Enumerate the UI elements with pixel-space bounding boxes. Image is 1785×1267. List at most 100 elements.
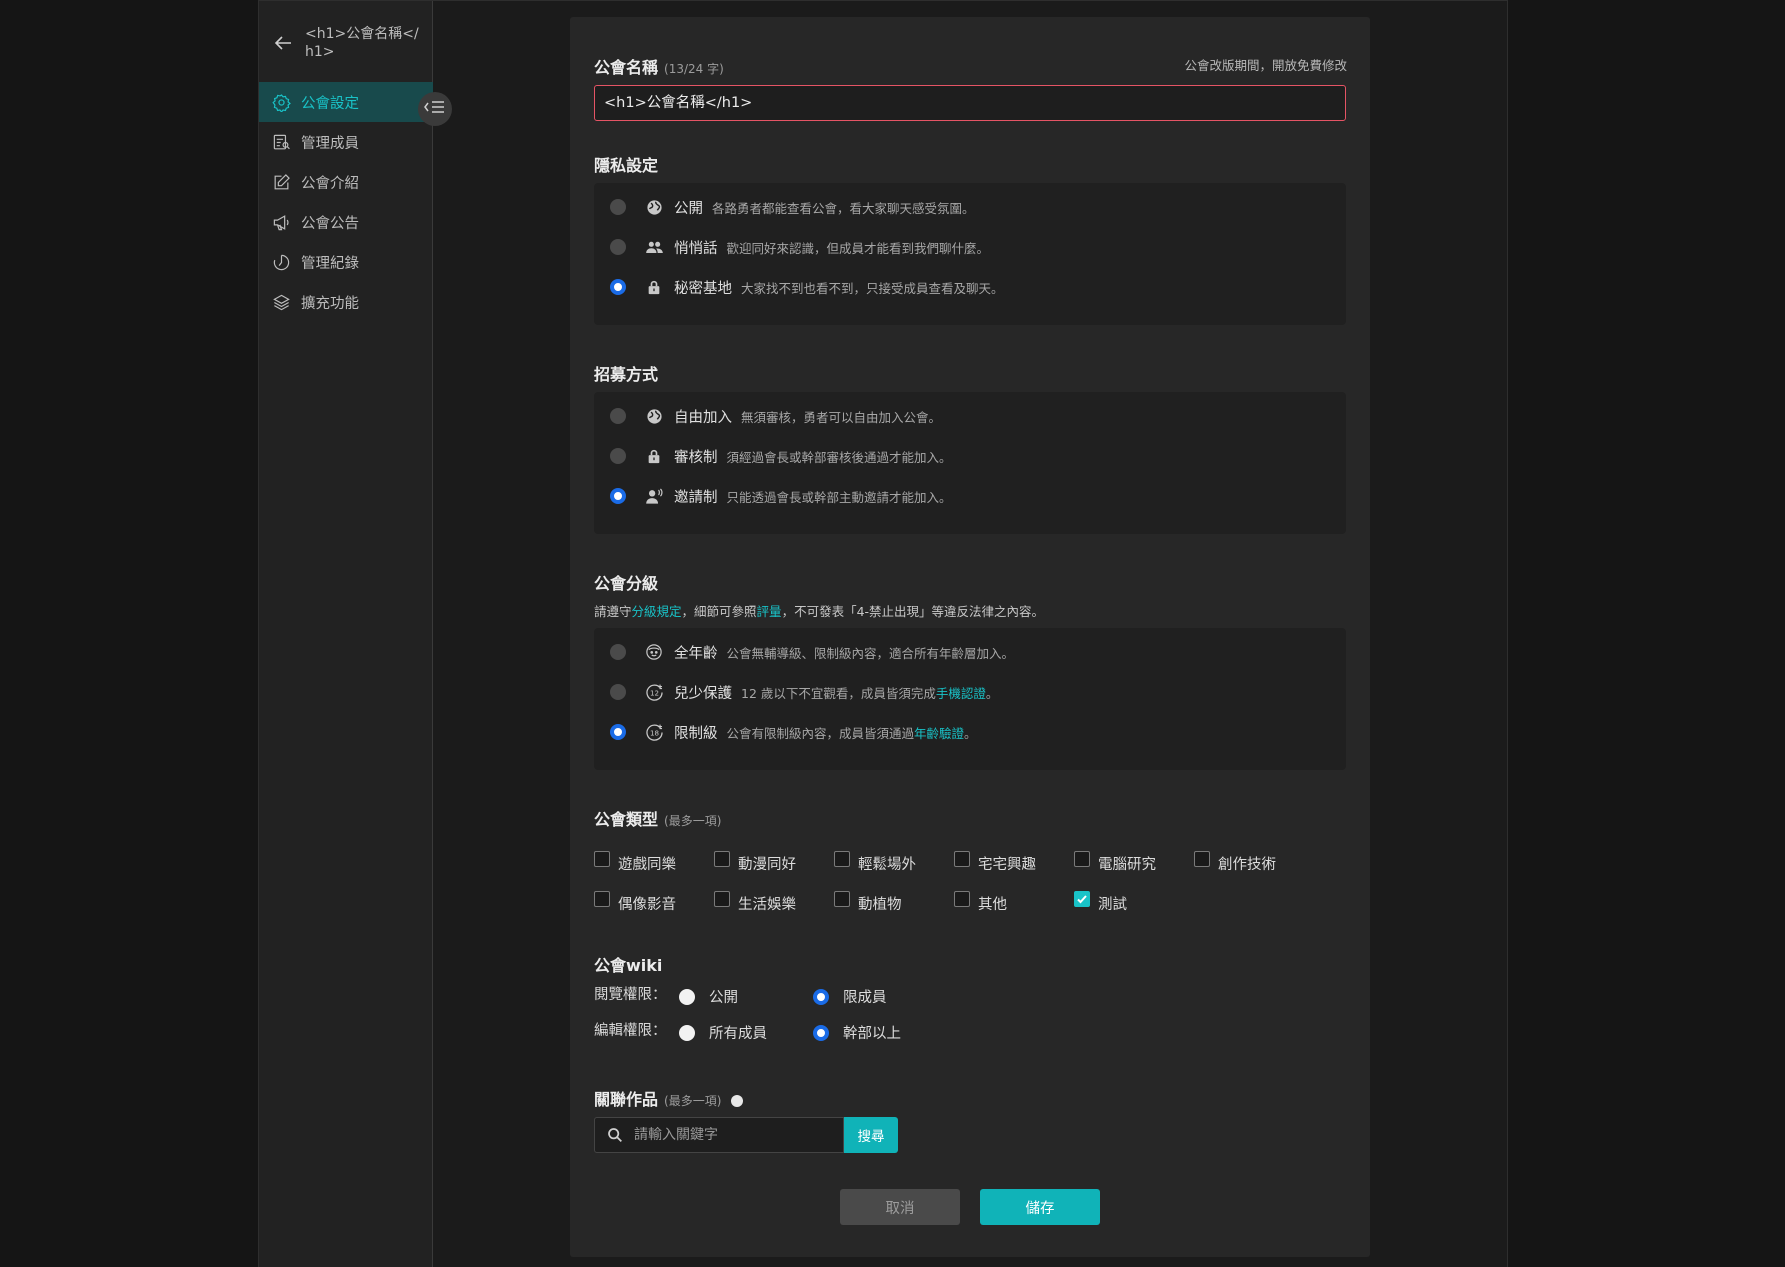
lock-icon [643,276,665,298]
sidebar-item-manage-members[interactable]: 管理成員 [259,122,433,162]
recruit-option-invite[interactable]: 邀請制 只能透過會長或幹部主動邀請才能加入。 [610,484,952,508]
checkbox-label: 動漫同好 [738,857,796,873]
guild-name-title: 公會名稱 (13/24 字) [594,54,724,78]
recruit-option-free[interactable]: 自由加入 無須審核，勇者可以自由加入公會。 [610,404,941,428]
age-verify-link[interactable]: 年齡驗證 [914,726,964,741]
radio-button[interactable] [610,239,626,255]
people-icon [643,236,665,258]
phone-verify-link[interactable]: 手機認證 [936,686,986,701]
info-icon[interactable] [731,1094,744,1107]
svg-text:12: 12 [649,688,658,697]
option-desc: 大家找不到也看不到，只接受成員查看及聊天。 [741,280,1004,296]
option-desc: 歡迎同好來認識，但成員才能看到我們聊什麼。 [726,240,990,256]
rating-note: 請遵守分級規定，細節可參照評量，不可發表「4-禁止出現」等違反法律之內容。 [594,601,1044,620]
rating-assessment-link[interactable]: 評量 [757,604,782,619]
checkbox-label: 測試 [1098,897,1127,913]
wiki-view-public[interactable]: 公開 [679,986,738,1007]
radio-label: 幹部以上 [843,1026,901,1042]
type-checkbox-lifestyle[interactable]: 生活娛樂 [714,890,796,914]
radio-button[interactable] [610,199,626,215]
sidebar-item-guild-settings[interactable]: 公會設定 [259,82,433,122]
checkbox[interactable] [834,890,850,907]
search-input[interactable] [634,1127,834,1143]
type-checkbox-computer[interactable]: 電腦研究 [1074,850,1156,874]
back-arrow-icon[interactable] [271,31,295,55]
radio-button[interactable] [610,644,626,660]
privacy-option-secret[interactable]: 秘密基地 大家找不到也看不到，只接受成員查看及聊天。 [610,275,1004,299]
radio-button[interactable] [610,684,626,700]
checkbox[interactable] [1074,850,1090,867]
checkbox[interactable] [954,850,970,867]
wiki-view-label: 閱覽權限： [594,986,667,1003]
search-button[interactable]: 搜尋 [844,1117,898,1153]
radio-button-selected[interactable] [610,724,626,740]
sidebar-item-extensions[interactable]: 擴充功能 [259,282,433,322]
sidebar-item-guild-intro[interactable]: 公會介紹 [259,162,433,202]
privacy-option-public[interactable]: 公開 各路勇者都能查看公會，看大家聊天感受氛圍。 [610,195,975,219]
option-label: 限制級 [674,725,718,742]
sidebar-item-manage-log[interactable]: 管理紀錄 [259,242,433,282]
sidebar-collapse-button[interactable] [418,92,452,126]
globe-icon [643,196,665,218]
type-checkbox-animals-plants[interactable]: 動植物 [834,890,902,914]
rating-options-box: 全年齡 公會無輔導級、限制級內容，適合所有年齡層加入。 12 兒少保護 12 歲… [594,628,1346,770]
radio-button-selected[interactable] [610,488,626,504]
lock-icon [643,445,665,467]
checkbox[interactable] [714,850,730,867]
radio-button-selected[interactable] [610,279,626,295]
privacy-option-whisper[interactable]: 悄悄話 歡迎同好來認識，但成員才能看到我們聊什麼。 [610,235,989,259]
checkbox[interactable] [714,890,730,907]
checkbox-checked[interactable] [1074,890,1090,907]
type-checkbox-creation[interactable]: 創作技術 [1194,850,1276,874]
guild-name-label: 公會名稱 [594,58,659,77]
guild-title: <h1>公會名稱</h1> [305,26,419,60]
settings-panel: 公會名稱 (13/24 字) 公會改版期間，開放免費修改 <h1>公會名稱</h1… [570,17,1370,1257]
smile-face-icon [643,641,665,663]
type-checkbox-anime[interactable]: 動漫同好 [714,850,796,874]
save-button[interactable]: 儲存 [980,1189,1100,1225]
checkbox[interactable] [1194,850,1210,867]
rating-option-child-protect[interactable]: 12 兒少保護 12 歲以下不宜觀看，成員皆須完成手機認證。 [610,680,998,704]
invite-icon [643,485,665,507]
recruit-option-review[interactable]: 審核制 須經過會長或幹部審核後通過才能加入。 [610,444,952,468]
type-checkbox-other[interactable]: 其他 [954,890,1007,914]
search-icon [604,1124,626,1146]
checkbox[interactable] [594,850,610,867]
rating-rules-link[interactable]: 分級規定 [632,604,682,619]
option-desc-text: 公會有限制級內容，成員皆須通過 [726,725,915,741]
rating-note-text: ，不可發表「4-禁止出現」等違反法律之內容。 [781,604,1045,619]
radio-button-selected[interactable] [813,988,829,1005]
recruit-options-box: 自由加入 無須審核，勇者可以自由加入公會。 審核制 須經過會長或幹部審核後通過才… [594,392,1346,534]
option-label: 兒少保護 [674,685,732,702]
cancel-button[interactable]: 取消 [840,1189,960,1225]
wiki-edit-all-members[interactable]: 所有成員 [679,1022,767,1043]
rating-option-restricted[interactable]: 18 限制級 公會有限制級內容，成員皆須通過年齡驗證。 [610,720,977,744]
type-checkbox-games[interactable]: 遊戲同樂 [594,850,676,874]
layers-icon [270,291,292,313]
type-checkbox-casual[interactable]: 輕鬆場外 [834,850,916,874]
wiki-view-members-only[interactable]: 限成員 [813,986,887,1007]
checkbox[interactable] [834,850,850,867]
sidebar: <h1>公會名稱</h1> 公會設定 管理成員 公會介紹 公會公告 管理紀錄 擴… [259,1,433,1267]
rating-title: 公會分級 [594,574,659,593]
radio-button-selected[interactable] [813,1024,829,1041]
option-desc-text: 12 歲以下不宜觀看，成員皆須完成 [741,685,936,701]
checkbox[interactable] [594,890,610,907]
radio-button[interactable] [679,1024,695,1041]
rating-option-all-ages[interactable]: 全年齡 公會無輔導級、限制級內容，適合所有年齡層加入。 [610,640,1014,664]
option-desc: 須經過會長或幹部審核後通過才能加入。 [726,449,952,465]
type-checkbox-test[interactable]: 測試 [1074,890,1127,914]
megaphone-icon [270,211,292,233]
wiki-edit-officers-above[interactable]: 幹部以上 [813,1022,901,1043]
sidebar-nav: 公會設定 管理成員 公會介紹 公會公告 管理紀錄 擴充功能 [259,82,433,322]
guild-name-input[interactable]: <h1>公會名稱</h1> [594,85,1346,121]
type-checkbox-otaku[interactable]: 宅宅興趣 [954,850,1036,874]
radio-button[interactable] [610,408,626,424]
sidebar-header: <h1>公會名稱</h1> [271,25,425,61]
radio-button[interactable] [610,448,626,464]
radio-button[interactable] [679,988,695,1005]
sidebar-item-announcement[interactable]: 公會公告 [259,202,433,242]
wiki-edit-label: 編輯權限： [594,1022,667,1039]
checkbox[interactable] [954,890,970,907]
type-checkbox-idol[interactable]: 偶像影音 [594,890,676,914]
